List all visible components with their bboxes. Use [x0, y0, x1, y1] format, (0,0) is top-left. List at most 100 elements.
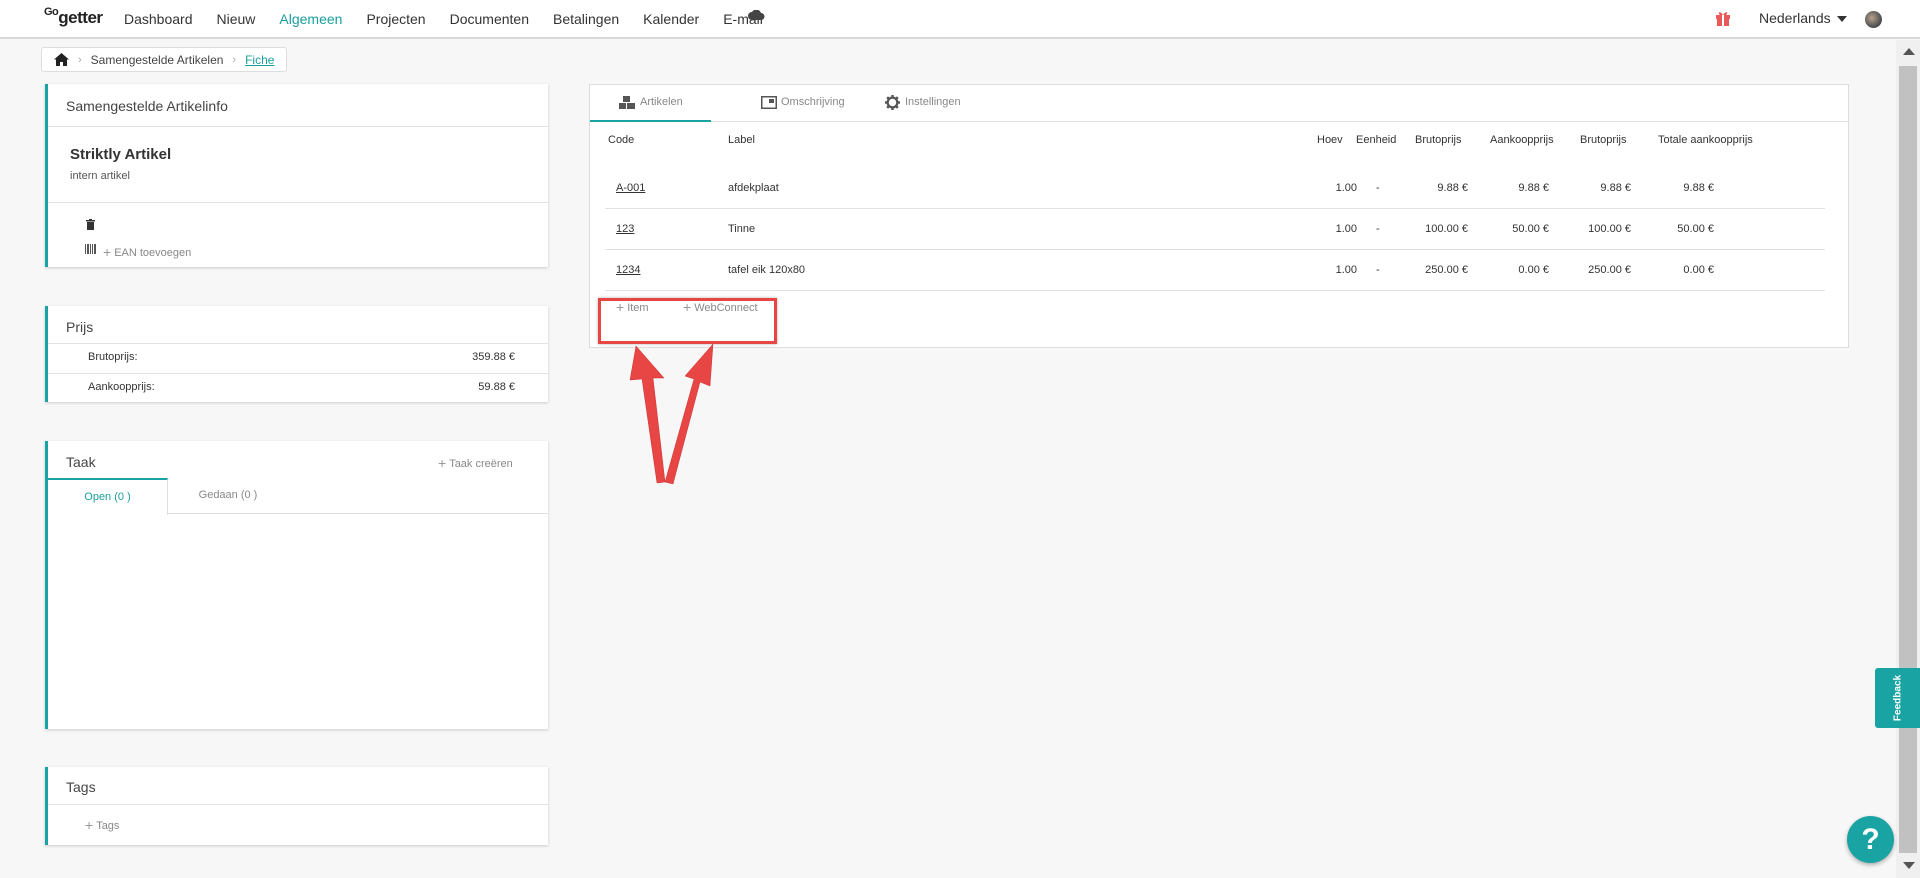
row-purchase: 50.00 € — [1512, 223, 1549, 235]
col-hoev: Hoev — [1317, 134, 1343, 146]
add-ean-button[interactable]: + EAN toevoegen — [103, 244, 191, 260]
tab-label: Instellingen — [905, 96, 961, 108]
price-label: Brutoprijs: — [88, 351, 138, 363]
breadcrumb-fiche[interactable]: Fiche — [245, 53, 274, 67]
feedback-label: Feedback — [1892, 674, 1903, 722]
price-value: 59.88 € — [478, 381, 515, 393]
table-row[interactable]: 1234 tafel eik 120x80 1.00 - 250.00 € 0.… — [605, 250, 1825, 291]
tab-label: Artikelen — [640, 96, 683, 108]
chevron-right-icon: › — [232, 53, 237, 66]
language-selector[interactable]: Nederlands — [1759, 10, 1847, 26]
row-label: afdekplaat — [728, 182, 779, 194]
row-label: Tinne — [728, 223, 756, 235]
logo-main-text: getter — [58, 8, 103, 27]
tags-title: Tags — [66, 779, 96, 795]
nav-projecten[interactable]: Projecten — [366, 11, 425, 27]
row-gross: 100.00 € — [1425, 223, 1468, 235]
row-code-link[interactable]: 1234 — [616, 264, 640, 276]
user-avatar[interactable] — [1865, 11, 1882, 28]
scroll-up-arrow-icon[interactable] — [1903, 48, 1915, 55]
plus-icon: + — [85, 817, 94, 833]
help-button[interactable]: ? — [1847, 816, 1894, 863]
row-purchase-total: 9.88 € — [1683, 182, 1714, 194]
col-brutoprijs: Brutoprijs — [1415, 134, 1462, 146]
row-qty: 1.00 — [1335, 264, 1357, 276]
boxes-icon — [619, 96, 635, 109]
scrollbar-thumb[interactable] — [1899, 66, 1917, 853]
row-gross-total: 250.00 € — [1588, 264, 1631, 276]
language-label: Nederlands — [1759, 10, 1831, 26]
tab-gedaan[interactable]: Gedaan (0 ) — [168, 478, 288, 514]
gift-icon[interactable] — [1715, 10, 1731, 26]
barcode-icon — [85, 244, 96, 254]
tags-card: Tags + Tags — [45, 767, 548, 845]
row-gross: 9.88 € — [1437, 182, 1468, 194]
create-task-button[interactable]: + Taak creëren — [438, 455, 513, 471]
row-qty: 1.00 — [1335, 182, 1357, 194]
feedback-tab[interactable]: Feedback — [1875, 668, 1920, 728]
nav-documenten[interactable]: Documenten — [450, 11, 529, 27]
main-nav: Dashboard Nieuw Algemeen Projecten Docum… — [124, 0, 787, 37]
divider — [48, 202, 548, 203]
trash-icon[interactable] — [86, 219, 95, 230]
divider — [48, 126, 548, 127]
article-info-card: Samengestelde Artikelinfo Striktly Artik… — [45, 84, 548, 267]
top-navbar: Gogetter Dashboard Nieuw Algemeen Projec… — [0, 0, 1920, 39]
row-purchase: 9.88 € — [1518, 182, 1549, 194]
add-tags-button[interactable]: + Tags — [85, 817, 119, 833]
article-info-title: Samengestelde Artikelinfo — [66, 98, 228, 114]
panel-tabs: Artikelen Omschrijving Instellingen — [590, 85, 1848, 122]
articles-panel: Artikelen Omschrijving Instellingen Code… — [589, 84, 1849, 348]
nav-dashboard[interactable]: Dashboard — [124, 11, 193, 27]
tab-open[interactable]: Open (0 ) — [48, 478, 168, 515]
nav-betalingen[interactable]: Betalingen — [553, 11, 619, 27]
gear-icon — [885, 95, 900, 110]
col-label: Label — [728, 134, 755, 146]
breadcrumb: › Samengestelde Artikelen › Fiche — [41, 47, 288, 72]
table-row[interactable]: 123 Tinne 1.00 - 100.00 € 50.00 € 100.00… — [605, 209, 1825, 250]
create-task-label: Taak creëren — [449, 458, 513, 470]
plus-icon: + — [103, 244, 112, 260]
price-card: Prijs Brutoprijs: 359.88 € Aankoopprijs:… — [45, 306, 548, 402]
table-row[interactable]: A-001 afdekplaat 1.00 - 9.88 € 9.88 € 9.… — [605, 168, 1825, 209]
home-icon[interactable] — [54, 53, 69, 66]
row-purchase-total: 0.00 € — [1683, 264, 1714, 276]
cloud-icon[interactable] — [748, 10, 765, 20]
nav-nieuw[interactable]: Nieuw — [217, 11, 256, 27]
row-gross-total: 9.88 € — [1600, 182, 1631, 194]
tab-instellingen[interactable]: Instellingen — [855, 85, 961, 122]
price-value: 359.88 € — [472, 351, 515, 363]
task-card: Taak + Taak creëren Open (0 ) Gedaan (0 ) — [45, 441, 548, 729]
article-name: Striktly Artikel — [70, 146, 172, 163]
caret-down-icon — [1836, 16, 1847, 23]
breadcrumb-samengestelde-artikelen[interactable]: Samengestelde Artikelen — [91, 53, 224, 67]
col-code: Code — [608, 134, 635, 146]
logo-small-text: Go — [44, 6, 59, 18]
nav-algemeen[interactable]: Algemeen — [279, 11, 342, 27]
scroll-down-arrow-icon[interactable] — [1903, 862, 1915, 869]
window-icon — [761, 96, 777, 109]
tab-label: Omschrijving — [781, 96, 845, 108]
task-tabs: Open (0 ) Gedaan (0 ) — [48, 478, 548, 515]
row-label: tafel eik 120x80 — [728, 264, 806, 276]
add-ean-label: EAN toevoegen — [114, 247, 192, 259]
article-subtitle: intern artikel — [70, 170, 130, 182]
add-tags-label: Tags — [96, 820, 120, 832]
row-purchase: 0.00 € — [1518, 264, 1549, 276]
nav-kalender[interactable]: Kalender — [643, 11, 699, 27]
chevron-right-icon: › — [78, 53, 82, 66]
price-title: Prijs — [66, 319, 94, 335]
divider — [48, 373, 548, 374]
col-eenheid: Eenheid — [1356, 134, 1397, 146]
plus-icon: + — [438, 455, 447, 471]
price-row-gross: Brutoprijs: 359.88 € — [88, 351, 515, 363]
task-title: Taak — [66, 454, 96, 470]
gogetter-logo[interactable]: Gogetter — [44, 6, 103, 28]
tab-artikelen[interactable]: Artikelen — [590, 85, 711, 122]
row-qty: 1.00 — [1335, 223, 1357, 235]
tab-omschrijving[interactable]: Omschrijving — [731, 85, 845, 122]
row-gross-total: 100.00 € — [1588, 223, 1631, 235]
row-code-link[interactable]: A-001 — [616, 182, 645, 194]
price-row-purchase: Aankoopprijs: 59.88 € — [88, 381, 515, 393]
row-code-link[interactable]: 123 — [616, 223, 634, 235]
